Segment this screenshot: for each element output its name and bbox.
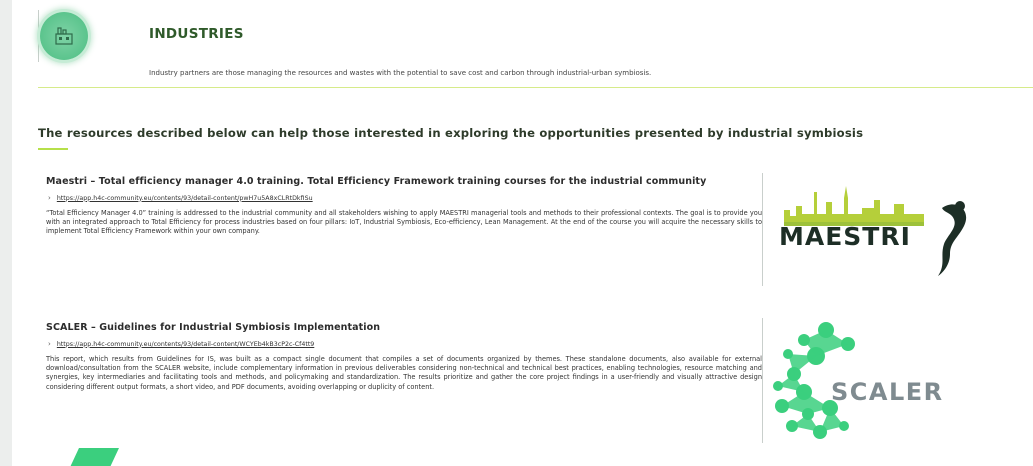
industries-page: INDUSTRIES Industry partners are those m…	[12, 0, 1033, 466]
resource-divider	[762, 318, 763, 443]
scaler-logo-text: SCALER	[831, 378, 944, 406]
resource-description: This report, which results from Guidelin…	[46, 355, 762, 391]
resource-title: SCALER – Guidelines for Industrial Symbi…	[46, 322, 381, 333]
resource-link-row: › https://app.h4c-community.eu/contents/…	[46, 340, 762, 348]
section-intro: The resources described below can help t…	[38, 126, 864, 140]
resource-divider	[762, 173, 763, 286]
chevron-right-icon: ›	[48, 340, 51, 348]
resource-title: Maestri – Total efficiency manager 4.0 t…	[46, 176, 707, 187]
factory-icon	[40, 12, 88, 60]
resource-card-scaler: SCALER – Guidelines for Industrial Symbi…	[46, 322, 762, 392]
resource-card-maestri: Maestri – Total efficiency manager 4.0 t…	[46, 176, 762, 237]
header-rule	[38, 87, 1033, 88]
maestri-logo-text: MAESTRI	[779, 222, 911, 251]
chevron-right-icon: ›	[48, 194, 51, 202]
maestri-logo: MAESTRI	[774, 180, 974, 280]
scaler-logo: SCALER	[764, 318, 984, 443]
page-title: INDUSTRIES	[149, 26, 244, 42]
header-divider	[38, 10, 39, 62]
resource-link[interactable]: https://app.h4c-community.eu/contents/93…	[57, 341, 314, 348]
decorative-shape	[65, 448, 119, 466]
resource-description: “Total Efficiency Manager 4.0” training …	[46, 209, 762, 236]
resource-link[interactable]: https://app.h4c-community.eu/contents/93…	[57, 195, 313, 202]
intro-accent-bar	[38, 148, 68, 150]
page-description: Industry partners are those managing the…	[149, 69, 652, 77]
resource-link-row: › https://app.h4c-community.eu/contents/…	[46, 194, 762, 202]
